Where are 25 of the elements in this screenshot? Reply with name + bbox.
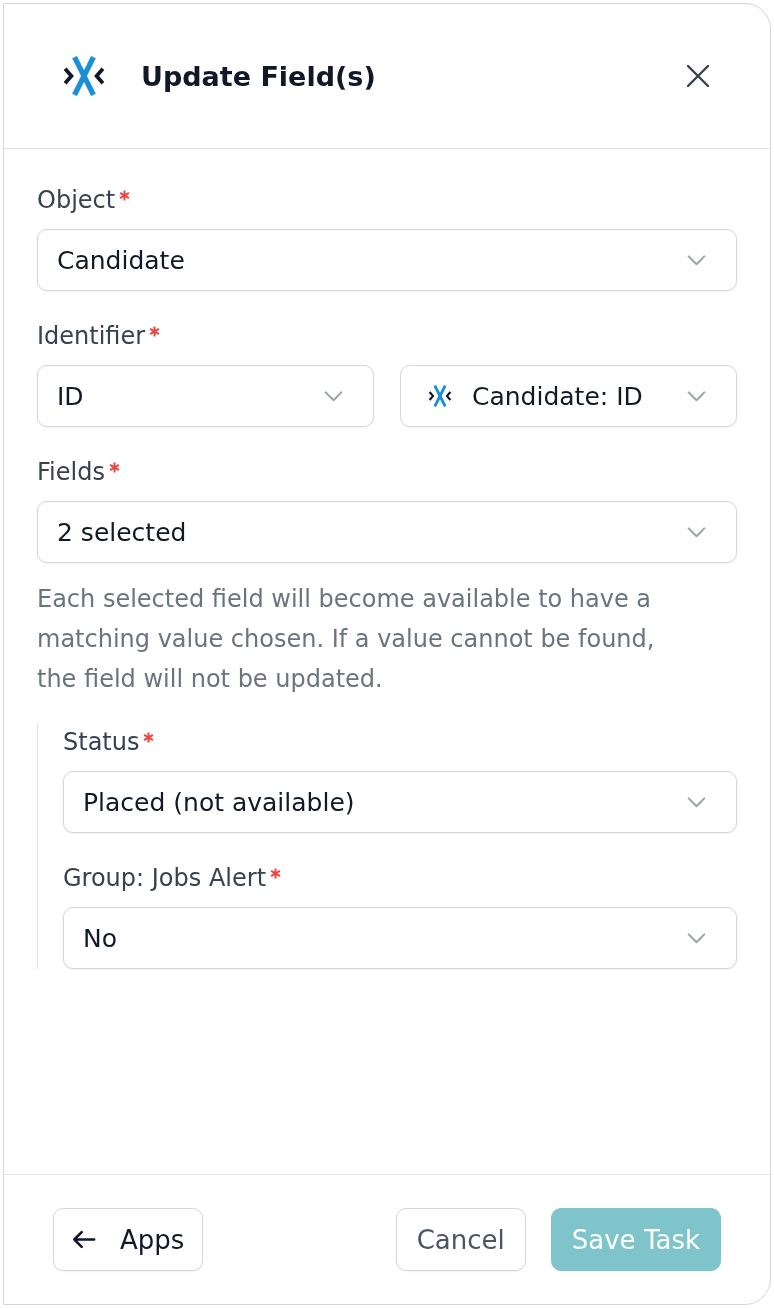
field-label: Status (63, 727, 140, 757)
help-text: Each selected field will become available to have a matching value chosen. If a value cannot be found, the field will not be updated. (37, 584, 656, 695)
dropdown-select[interactable]: 2 selected (37, 501, 737, 563)
close-icon (687, 65, 709, 87)
chevron-down-icon (687, 526, 706, 538)
dropdown-select[interactable]: No (63, 907, 737, 969)
dropdown-select[interactable]: Candidate: ID (400, 365, 737, 427)
back-button[interactable]: Apps (53, 1208, 204, 1271)
dropdown-select[interactable]: ID (37, 365, 374, 427)
chevron-down-icon (324, 390, 343, 402)
chevron-down-icon (687, 932, 706, 944)
close-button[interactable] (686, 64, 710, 88)
field-label: Group: Jobs Alert (63, 863, 267, 893)
dropdown-select[interactable]: Placed (not available) (63, 771, 737, 833)
dialog-title: Update Field(s) (141, 60, 376, 92)
logo-icon (63, 56, 105, 96)
cancel-button[interactable]: Cancel (395, 1208, 526, 1271)
chevron-down-icon (687, 796, 706, 808)
arrow-left-icon (72, 1230, 96, 1249)
chevron-down-icon (687, 390, 706, 402)
chevron-down-icon (687, 254, 706, 266)
field-label: Object (37, 185, 116, 215)
field-label: Identifier (37, 321, 146, 351)
field-label: Fields (37, 457, 105, 487)
dropdown-select[interactable]: Candidate (37, 229, 737, 291)
